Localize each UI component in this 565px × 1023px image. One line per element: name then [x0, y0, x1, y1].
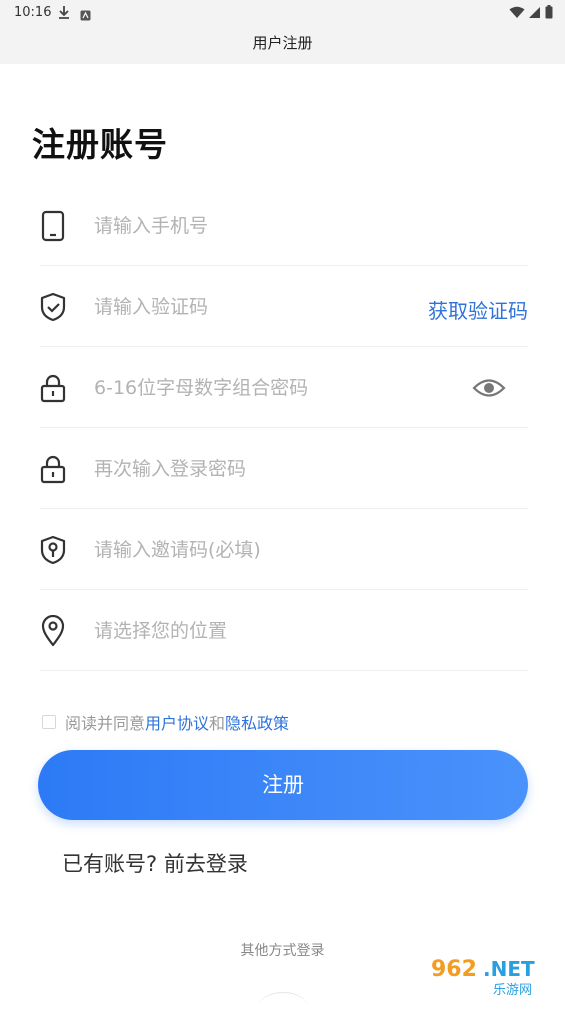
lock-icon	[40, 372, 68, 404]
watermark-logo: 962 .NET 乐游网	[425, 952, 561, 998]
signal-icon	[529, 6, 540, 18]
shield-check-icon	[40, 291, 68, 323]
password-input[interactable]	[94, 370, 434, 406]
app-notification-icon	[80, 6, 91, 25]
other-login-divider	[258, 992, 308, 1023]
code-input[interactable]	[94, 289, 384, 325]
location-pin-icon	[40, 614, 68, 647]
agreement-row: 阅读并同意 用户协议 和 隐私政策	[42, 710, 289, 734]
password-field-row	[40, 348, 528, 428]
status-bar: 10:16	[0, 0, 565, 26]
terms-link[interactable]: 用户协议	[145, 710, 209, 734]
lock-icon	[40, 453, 68, 485]
phone-field-row	[40, 186, 528, 266]
confirm-password-field-row	[40, 429, 528, 509]
invite-field-row	[40, 510, 528, 590]
register-button[interactable]: 注册	[38, 750, 528, 820]
agreement-prefix: 阅读并同意	[65, 714, 146, 733]
svg-text:.NET: .NET	[483, 957, 535, 981]
status-icons	[509, 5, 553, 19]
get-code-button[interactable]: 获取验证码	[428, 295, 528, 324]
wifi-icon	[509, 6, 525, 18]
svg-text:962: 962	[431, 957, 477, 982]
download-icon	[58, 4, 70, 23]
eye-icon[interactable]	[472, 376, 506, 400]
phone-icon	[40, 210, 68, 242]
invite-input[interactable]	[94, 532, 454, 568]
code-field-row: 获取验证码	[40, 267, 528, 347]
page-title: 注册账号	[32, 125, 168, 164]
location-field-row[interactable]	[40, 591, 528, 671]
shield-key-icon	[40, 534, 68, 566]
agreement-checkbox[interactable]	[42, 715, 56, 729]
phone-input[interactable]	[94, 208, 454, 244]
confirm-password-input[interactable]	[94, 451, 454, 487]
page-header: 用户注册	[0, 26, 565, 64]
location-input[interactable]	[94, 613, 454, 649]
header-title: 用户注册	[252, 34, 313, 52]
svg-text:乐游网: 乐游网	[493, 983, 532, 998]
privacy-link[interactable]: 隐私政策	[225, 710, 289, 734]
go-login-link[interactable]: 已有账号? 前去登录	[62, 848, 248, 878]
battery-icon	[545, 5, 553, 19]
agreement-and: 和	[209, 714, 226, 733]
status-time: 10:16	[14, 5, 52, 20]
